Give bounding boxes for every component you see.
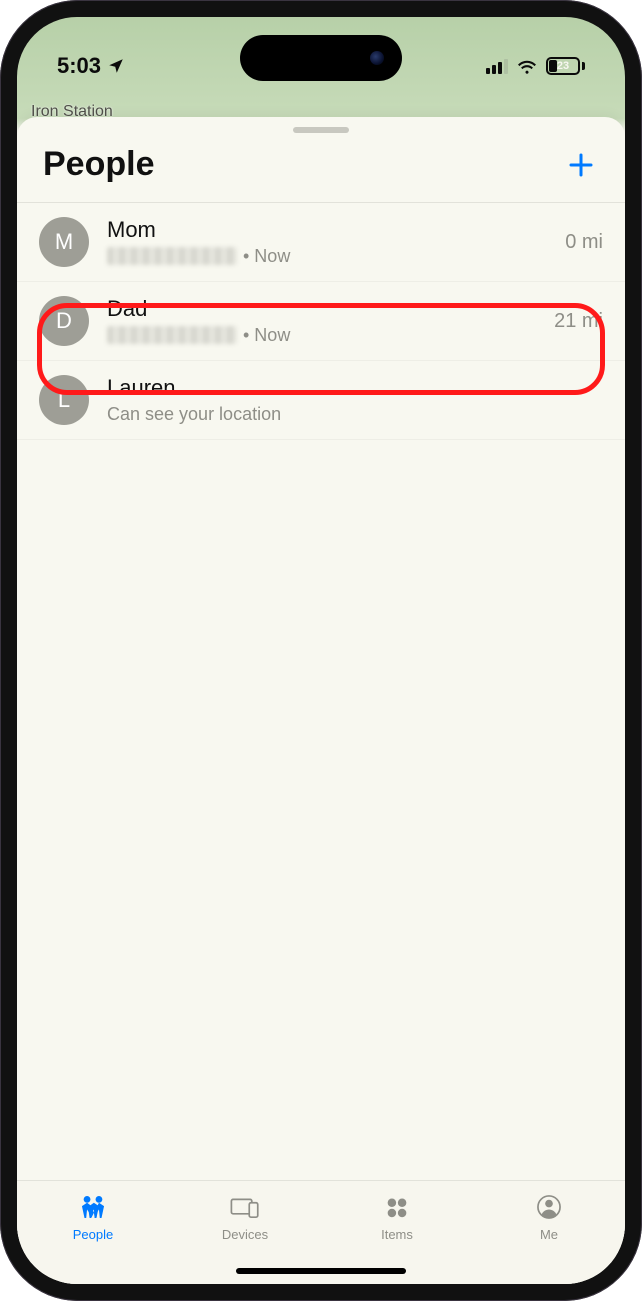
devices-icon bbox=[228, 1191, 262, 1223]
tab-label: Devices bbox=[222, 1227, 268, 1242]
list-item[interactable]: M Mom • Now 0 mi bbox=[17, 203, 625, 282]
avatar: L bbox=[39, 375, 89, 425]
blurred-location bbox=[107, 247, 237, 265]
people-list[interactable]: M Mom • Now 0 mi D Dad bbox=[17, 203, 625, 1180]
distance: 21 mi bbox=[554, 310, 603, 333]
people-sheet: People M Mom • Now 0 mi bbox=[17, 117, 625, 1284]
person-name: Lauren bbox=[107, 375, 585, 401]
tab-label: People bbox=[73, 1227, 113, 1242]
me-icon bbox=[532, 1191, 566, 1223]
screen: 5:03 23 bbox=[17, 17, 625, 1284]
page-title: People bbox=[43, 145, 154, 184]
tab-items[interactable]: Items bbox=[321, 1191, 473, 1242]
dynamic-island bbox=[240, 35, 402, 81]
tab-devices[interactable]: Devices bbox=[169, 1191, 321, 1242]
home-indicator[interactable] bbox=[236, 1268, 406, 1274]
sheet-header: People bbox=[17, 139, 625, 202]
location-arrow-icon bbox=[107, 57, 125, 75]
list-item[interactable]: D Dad • Now 21 mi bbox=[17, 282, 625, 361]
battery-level: 23 bbox=[548, 60, 578, 72]
location-time: Can see your location bbox=[107, 404, 281, 425]
location-time: • Now bbox=[243, 246, 290, 267]
plus-icon bbox=[566, 150, 596, 180]
items-icon bbox=[380, 1191, 414, 1223]
sheet-grabber[interactable] bbox=[293, 127, 349, 133]
wifi-icon bbox=[516, 55, 538, 77]
list-item-body: Mom • Now bbox=[107, 217, 547, 266]
person-sub: Can see your location bbox=[107, 404, 585, 425]
person-name: Dad bbox=[107, 296, 536, 322]
distance: 0 mi bbox=[565, 231, 603, 254]
tab-label: Items bbox=[381, 1227, 413, 1242]
status-indicators: 23 bbox=[486, 55, 585, 77]
add-button[interactable] bbox=[563, 147, 599, 183]
list-item-body: Lauren Can see your location bbox=[107, 375, 585, 424]
person-sub: • Now bbox=[107, 325, 536, 346]
person-sub: • Now bbox=[107, 246, 547, 267]
avatar: M bbox=[39, 217, 89, 267]
battery-indicator: 23 bbox=[546, 57, 585, 75]
tab-label: Me bbox=[540, 1227, 558, 1242]
list-item-body: Dad • Now bbox=[107, 296, 536, 345]
phone-frame: 5:03 23 bbox=[0, 0, 642, 1301]
people-icon bbox=[76, 1191, 110, 1223]
avatar: D bbox=[39, 296, 89, 346]
person-name: Mom bbox=[107, 217, 547, 243]
tab-me[interactable]: Me bbox=[473, 1191, 625, 1242]
list-item[interactable]: L Lauren Can see your location bbox=[17, 361, 625, 440]
cellular-icon bbox=[486, 58, 508, 74]
blurred-location bbox=[107, 326, 237, 344]
status-time: 5:03 bbox=[57, 53, 101, 79]
status-time-group: 5:03 bbox=[57, 53, 125, 79]
tab-people[interactable]: People bbox=[17, 1191, 169, 1242]
location-time: • Now bbox=[243, 325, 290, 346]
